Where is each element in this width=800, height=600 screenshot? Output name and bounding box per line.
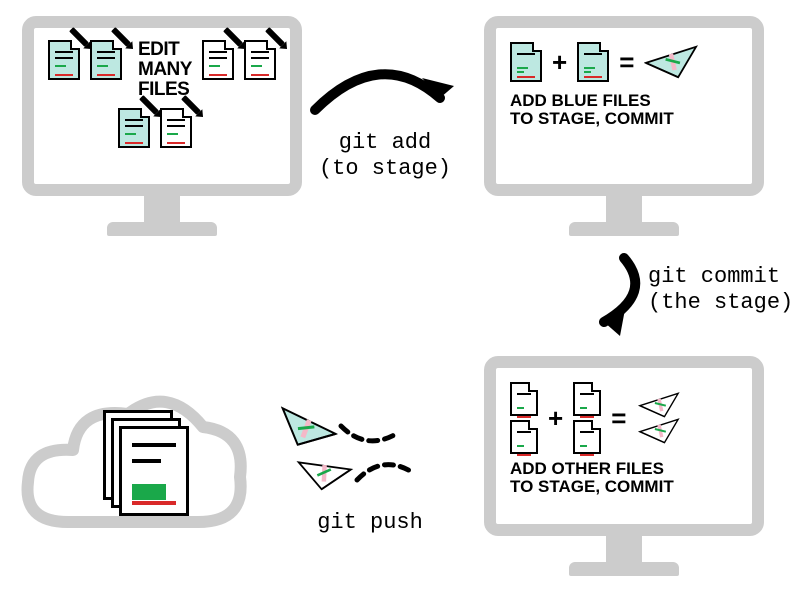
paper-plane-icon [636,418,682,444]
edited-file-icon [202,40,234,80]
paper-plane-flying-icon [298,456,354,495]
monitor-edit: EDIT MANY FILES [22,16,302,236]
plus-symbol: + [548,403,563,434]
file-icon [573,420,601,454]
cloud-remote: +++ [18,392,248,542]
monitor-stage-blue-screen: + = ADD BLUE FILES TO STAGE, COMMIT [484,16,764,196]
edited-file-icon [244,40,276,80]
paper-plane-icon [636,392,682,418]
git-add-note: (to stage) [300,156,470,182]
arrow-icon [300,60,460,130]
git-commit-cmd: git commit [648,264,800,290]
equals-symbol: = [611,403,626,434]
git-add-label: git add (to stage) [300,130,470,183]
file-icon [510,420,538,454]
plus-symbol: + [552,47,567,78]
paper-plane-icon [644,45,698,79]
monitor-edit-screen: EDIT MANY FILES [22,16,302,196]
monitor-stage-blue: + = ADD BLUE FILES TO STAGE, COMMIT [484,16,764,236]
edited-file-icon [160,108,192,148]
stage-other-caption: ADD OTHER FILES [510,460,738,478]
git-add-cmd: git add [300,130,470,156]
file-icon [510,42,542,82]
equals-symbol: = [619,47,634,78]
stage-other-caption: TO STAGE, COMMIT [510,478,738,496]
plane-trail-icon [336,416,406,456]
git-push-cmd: git push [290,510,450,536]
cloud-file-stack-icon: +++ [103,410,193,515]
file-icon [573,382,601,416]
arrow-git-add [300,60,460,135]
edited-file-icon [118,108,150,148]
edited-file-icon [90,40,122,80]
plane-trail-icon [352,452,422,492]
monitor-stage-other-screen: + = ADD OTHER FILES TO STAGE, COMMIT [484,356,764,536]
git-commit-label: git commit (the stage) [648,264,800,317]
edit-title-line: EDIT [138,40,192,60]
edit-title-line: MANY [138,60,192,80]
arrow-icon [564,248,654,338]
git-push-label: git push [290,510,450,536]
file-icon [577,42,609,82]
file-icon [510,382,538,416]
stage-blue-caption: ADD BLUE FILES [510,92,738,110]
stage-blue-caption: TO STAGE, COMMIT [510,110,738,128]
arrow-git-commit [564,248,654,343]
monitor-stage-other: + = ADD OTHER FILES TO STAGE, COMMIT [484,356,764,576]
paper-plane-flying-icon [278,410,338,453]
edited-file-icon [48,40,80,80]
git-commit-note: (the stage) [648,290,800,316]
